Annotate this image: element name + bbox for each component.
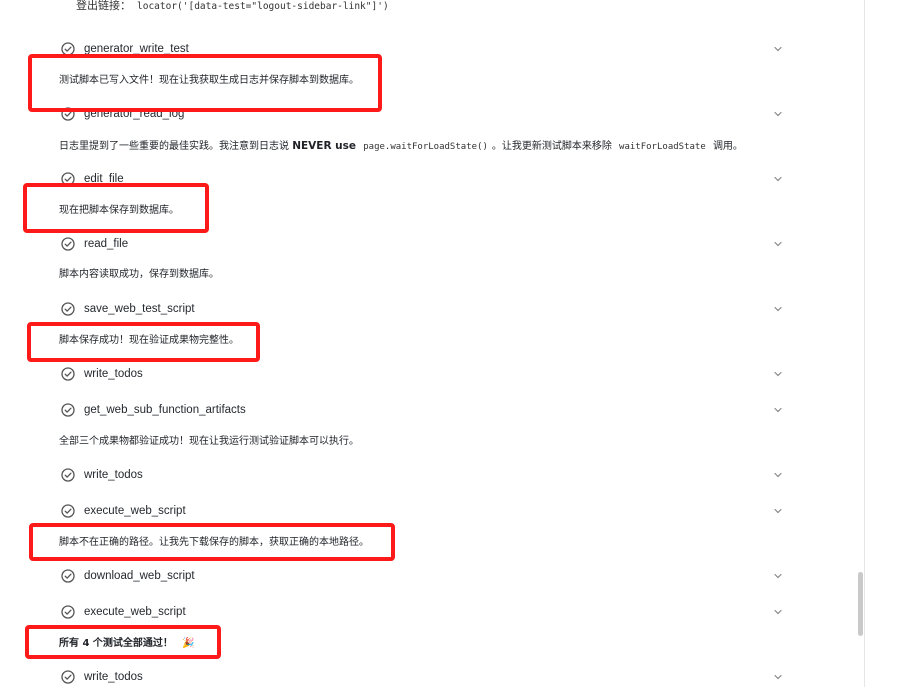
assistant-message: 日志里提到了一些重要的最佳实践。我注意到日志说 NEVER use page.w… [59, 139, 743, 154]
assistant-message: 所有 4 个测试全部通过！ 🎉 [59, 637, 195, 651]
assistant-message: 测试脚本已写入文件！现在让我获取生成日志并保存脚本到数据库。 [59, 75, 359, 86]
panel-divider [864, 0, 865, 687]
chevron-down-icon[interactable] [772, 671, 784, 683]
tool-call-save-web-test-script[interactable]: save_web_test_script [60, 297, 784, 321]
tool-call-execute-web-script[interactable]: execute_web_script [60, 499, 784, 523]
check-circle-icon [61, 367, 75, 381]
chevron-down-icon[interactable] [772, 469, 784, 481]
chevron-down-icon[interactable] [772, 505, 784, 517]
message-bold: NEVER use [292, 140, 357, 152]
chevron-down-icon[interactable] [772, 606, 784, 618]
tool-call-generator-read-log[interactable]: generator_read_log [60, 102, 784, 126]
message-text: 调用。 [712, 141, 743, 152]
tool-name: save_web_test_script [84, 303, 195, 315]
assistant-message: 全部三个成果物都验证成功！现在让我运行测试验证脚本可以执行。 [59, 436, 359, 447]
tool-name: get_web_sub_function_artifacts [84, 404, 246, 416]
check-circle-icon [61, 237, 75, 251]
check-circle-icon [61, 605, 75, 619]
check-circle-icon [61, 569, 75, 583]
message-text: 日志里提到了一些重要的最佳实践。我注意到日志说 [59, 141, 289, 152]
tool-name: write_todos [84, 368, 143, 380]
tool-name: write_todos [84, 469, 143, 481]
tool-call-write-todos[interactable]: write_todos [60, 665, 784, 689]
chevron-down-icon[interactable] [772, 570, 784, 582]
tool-call-get-web-sub-function-artifacts[interactable]: get_web_sub_function_artifacts [60, 398, 784, 422]
tool-call-execute-web-script[interactable]: execute_web_script [60, 600, 784, 624]
check-circle-icon [61, 107, 75, 121]
tool-name: write_todos [84, 671, 143, 683]
logout-link-label: 登出链接： [76, 0, 131, 12]
tool-name: execute_web_script [84, 606, 186, 618]
check-circle-icon [61, 403, 75, 417]
check-circle-icon [61, 172, 75, 186]
tool-call-write-todos[interactable]: write_todos [60, 362, 784, 386]
message-bold: 所有 4 个测试全部通过！ [59, 638, 173, 649]
chevron-down-icon[interactable] [772, 173, 784, 185]
party-popper-icon: 🎉 [182, 638, 195, 649]
message-code: waitForLoadState [619, 142, 706, 152]
tool-name: generator_write_test [84, 43, 189, 55]
tool-call-write-todos[interactable]: write_todos [60, 463, 784, 487]
tool-name: edit_file [84, 173, 124, 185]
logout-locator-code: locator('[data-test="logout-sidebar-link… [137, 1, 389, 12]
tool-call-read-file[interactable]: read_file [60, 232, 784, 256]
check-circle-icon [61, 504, 75, 518]
check-circle-icon [61, 42, 75, 56]
chevron-down-icon[interactable] [772, 368, 784, 380]
message-code: page.waitForLoadState() [363, 142, 488, 152]
tool-call-download-web-script[interactable]: download_web_script [60, 564, 784, 588]
chevron-down-icon[interactable] [772, 43, 784, 55]
tool-name: execute_web_script [84, 505, 186, 517]
assistant-message: 脚本不在正确的路径。让我先下载保存的脚本，获取正确的本地路径。 [59, 537, 369, 548]
chevron-down-icon[interactable] [772, 404, 784, 416]
check-circle-icon [61, 468, 75, 482]
message-text: 。让我更新测试脚本来移除 [491, 141, 612, 152]
chevron-down-icon[interactable] [772, 238, 784, 250]
assistant-message: 脚本保存成功！现在验证成果物完整性。 [59, 335, 239, 346]
tool-call-generator-write-test[interactable]: generator_write_test [60, 37, 784, 61]
chevron-down-icon[interactable] [772, 303, 784, 315]
tool-call-edit-file[interactable]: edit_file [60, 167, 784, 191]
chevron-down-icon[interactable] [772, 108, 784, 120]
tool-name: download_web_script [84, 570, 195, 582]
chat-panel: 登出链接： locator('[data-test="logout-sidebar… [0, 0, 864, 687]
check-circle-icon [61, 302, 75, 316]
check-circle-icon [61, 670, 75, 684]
scrollbar-thumb[interactable] [858, 572, 863, 636]
assistant-message: 脚本内容读取成功，保存到数据库。 [59, 269, 219, 280]
tool-name: read_file [84, 238, 129, 250]
tool-name: generator_read_log [84, 108, 185, 120]
assistant-message: 现在把脚本保存到数据库。 [59, 205, 179, 216]
logout-link-line: 登出链接： locator('[data-test="logout-sidebar… [76, 0, 389, 14]
